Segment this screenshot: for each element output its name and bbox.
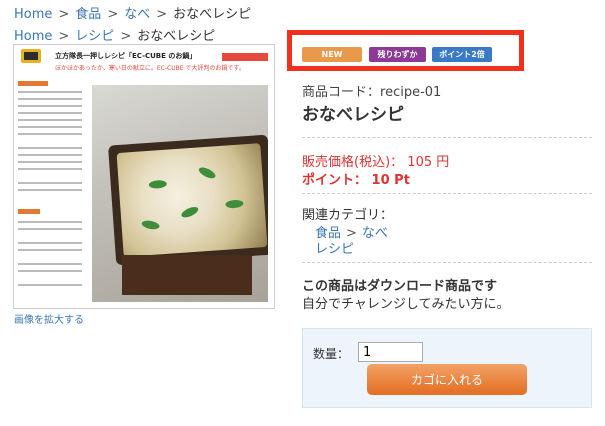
recipe-ingredient-list xyxy=(16,51,88,301)
badge-new: NEW xyxy=(302,47,362,62)
download-notice-title: この商品はダウンロード商品です xyxy=(302,279,498,294)
breadcrumb-home-link[interactable]: Home xyxy=(14,7,52,22)
product-code: 商品コード：recipe-01 xyxy=(302,81,441,100)
breadcrumb-home-link[interactable]: Home xyxy=(14,29,52,44)
price-value: 105 円 xyxy=(407,155,450,170)
enlarge-image-link[interactable]: 画像を拡大する xyxy=(14,311,84,326)
product-price: 販売価格(税込)： 105 円 xyxy=(302,151,449,170)
category-link-nabe[interactable]: なべ xyxy=(362,226,388,241)
breadcrumb-subcategory-link[interactable]: なべ xyxy=(124,7,150,22)
recipe-card-badge xyxy=(222,53,268,61)
divider xyxy=(302,193,592,194)
quantity-input[interactable] xyxy=(358,342,423,362)
download-notice-desc: 自分でチャレンジしてみたい方に。 xyxy=(302,297,510,312)
category-link-recipe[interactable]: レシピ xyxy=(315,238,354,257)
breadcrumb-category-link[interactable]: 食品 xyxy=(75,7,101,22)
divider xyxy=(302,262,592,263)
price-label: 販売価格(税込)： xyxy=(302,155,404,170)
breadcrumb-category-link[interactable]: レシピ xyxy=(75,29,114,44)
product-point: ポイント： 10 Pt xyxy=(302,169,410,188)
quantity-label: 数量： xyxy=(313,347,350,361)
related-category-label: 関連カテゴリ： xyxy=(302,208,394,223)
product-main-image[interactable]: 立方隊長一押しレシピ「EC-CUBE のお鍋」 ほかほかあったか、寒い日の献立に… xyxy=(13,44,275,309)
badge-point-double: ポイント2倍 xyxy=(432,47,492,62)
product-code-label: 商品コード： xyxy=(302,85,381,100)
product-code-value: recipe-01 xyxy=(380,85,442,100)
breadcrumb-current: おなべレシピ xyxy=(173,7,252,22)
point-label: ポイント： xyxy=(302,173,368,188)
breadcrumb-primary: Home > 食品 > なべ > おなべレシピ xyxy=(14,7,252,22)
product-name: おなべレシピ xyxy=(302,105,404,125)
hotpot-photo xyxy=(92,85,268,302)
badge-few-left: 残りわずか xyxy=(369,47,426,62)
breadcrumb-current: おなべレシピ xyxy=(137,29,216,44)
breadcrumb-secondary: Home > レシピ > おなべレシピ xyxy=(14,29,216,44)
divider xyxy=(302,137,592,138)
point-value: 10 Pt xyxy=(371,173,410,188)
add-to-cart-button[interactable]: カゴに入れる xyxy=(367,364,527,395)
